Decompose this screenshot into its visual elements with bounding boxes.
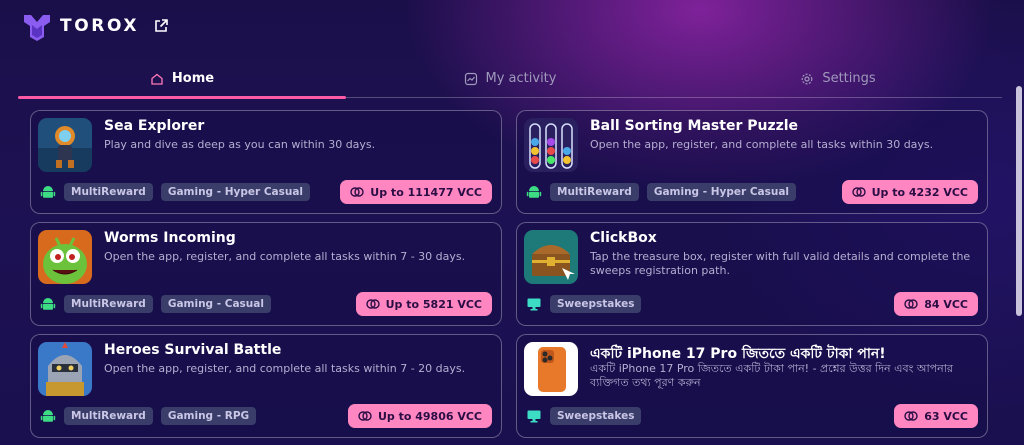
reward-button[interactable]: 84 VCC: [894, 292, 978, 316]
sea-explorer-thumbnail: [38, 118, 92, 172]
offer-footer: MultiReward Gaming - Hyper Casual Up to …: [40, 180, 492, 204]
clickbox-thumbnail: [524, 230, 578, 284]
coins-icon: [365, 299, 380, 309]
offer-footer: Sweepstakes 84 VCC: [526, 292, 978, 316]
offer-description: Open the app, register, and complete all…: [104, 250, 466, 263]
offer-title: ClickBox: [590, 230, 657, 246]
reward-button[interactable]: Up to 4232 VCC: [841, 180, 978, 204]
offer-tag: MultiReward: [64, 183, 153, 201]
tab-my-activity-label: My activity: [485, 71, 557, 86]
offer-footer: MultiReward Gaming - RPG Up to 49806 VCC: [40, 404, 492, 428]
offer-tag: Sweepstakes: [550, 295, 642, 313]
nav-tabs: Home My activity Settings: [18, 60, 1002, 99]
offer-title: Sea Explorer: [104, 118, 205, 134]
reward-label: Up to 49806 VCC: [377, 409, 482, 423]
offer-description: Tap the treasure box, register with full…: [590, 250, 971, 277]
desktop-icon: [527, 410, 541, 423]
offer-description: Open the app, register, and complete all…: [104, 362, 466, 375]
coins-icon: [358, 411, 372, 421]
reward-label: 63 VCC: [924, 409, 968, 423]
desktop-icon: [527, 298, 541, 311]
offer-footer: MultiReward Gaming - Casual Up to 5821 V…: [40, 292, 492, 316]
reward-button[interactable]: 63 VCC: [894, 404, 978, 428]
activity-icon: [464, 72, 477, 85]
offer-card-iphone-sweepstakes[interactable]: একটি iPhone 17 Pro জিততে একটি টাকা পান! …: [516, 334, 988, 438]
offer-title: Worms Incoming: [104, 230, 236, 246]
coins-icon: [350, 187, 364, 197]
worms-incoming-thumbnail: [38, 230, 92, 284]
offer-card-worms-incoming[interactable]: Worms Incoming Open the app, register, a…: [30, 222, 502, 326]
offer-card-sea-explorer[interactable]: Sea Explorer Play and dive as deep as yo…: [30, 110, 502, 214]
top-bar: TOROX: [22, 8, 169, 44]
tab-my-activity[interactable]: My activity: [346, 60, 674, 97]
offer-description: Play and dive as deep as you can within …: [104, 138, 376, 151]
reward-label: Up to 111477 VCC: [370, 185, 482, 199]
scrollbar[interactable]: [1016, 86, 1022, 316]
offer-tag: Gaming - Casual: [160, 295, 271, 313]
coins-icon: [904, 299, 918, 309]
offer-description: Open the app, register, and complete all…: [590, 138, 934, 151]
offer-description: একটি iPhone 17 Pro জিততে একটি টাকা পান! …: [590, 362, 953, 389]
iphone-thumbnail: [524, 342, 578, 396]
offer-tag: Gaming - RPG: [160, 407, 257, 425]
brand-name: TOROX: [60, 16, 140, 36]
tab-home-label: Home: [171, 71, 215, 86]
home-icon: [151, 73, 163, 85]
offer-title: Ball Sorting Master Puzzle: [590, 118, 799, 134]
offer-footer: MultiReward Gaming - Hyper Casual Up to …: [526, 180, 978, 204]
tab-settings-label: Settings: [822, 71, 876, 86]
android-icon: [526, 186, 542, 198]
ball-sorting-thumbnail: [524, 118, 578, 172]
offer-footer: Sweepstakes 63 VCC: [526, 404, 978, 428]
reward-button[interactable]: Up to 49806 VCC: [347, 404, 492, 428]
tab-home[interactable]: Home: [18, 60, 346, 99]
offer-grid: Sea Explorer Play and dive as deep as yo…: [30, 110, 988, 438]
android-icon: [40, 186, 56, 198]
offer-tag: MultiReward: [64, 407, 153, 425]
offer-tag: Gaming - Hyper Casual: [160, 183, 311, 201]
torox-logo-icon: [24, 15, 50, 41]
offer-tag: MultiReward: [550, 183, 639, 201]
reward-button[interactable]: Up to 111477 VCC: [340, 180, 492, 204]
offer-card-ball-sorting[interactable]: Ball Sorting Master Puzzle Open the app,…: [516, 110, 988, 214]
reward-label: 84 VCC: [924, 297, 968, 311]
offer-tag: Gaming - Hyper Casual: [646, 183, 797, 201]
tab-settings[interactable]: Settings: [674, 60, 1002, 97]
offer-title: Heroes Survival Battle: [104, 342, 282, 358]
gear-icon: [801, 73, 813, 84]
reward-label: Up to 4232 VCC: [871, 185, 968, 199]
coins-icon: [904, 411, 918, 421]
offer-tag: Sweepstakes: [550, 407, 642, 425]
external-link-icon[interactable]: [153, 18, 169, 34]
android-icon: [40, 410, 56, 422]
heroes-survival-battle-thumbnail: [38, 342, 92, 396]
reward-label: Up to 5821 VCC: [385, 297, 482, 311]
offer-card-heroes-survival-battle[interactable]: Heroes Survival Battle Open the app, reg…: [30, 334, 502, 438]
android-icon: [40, 298, 56, 310]
offer-tag: MultiReward: [64, 295, 153, 313]
offer-card-clickbox[interactable]: ClickBox Tap the treasure box, register …: [516, 222, 988, 326]
coins-icon: [851, 187, 866, 197]
reward-button[interactable]: Up to 5821 VCC: [355, 292, 492, 316]
